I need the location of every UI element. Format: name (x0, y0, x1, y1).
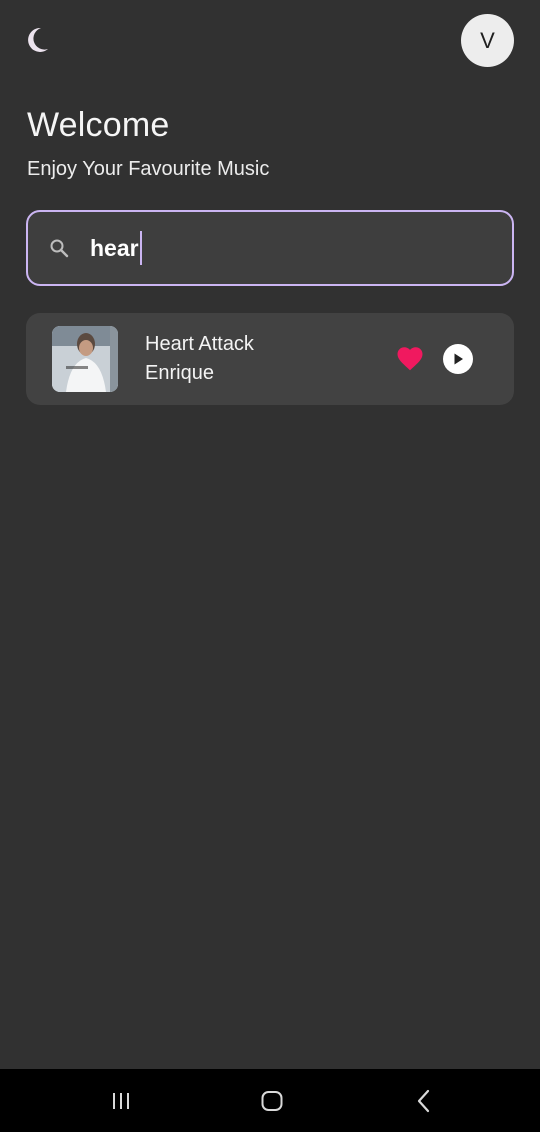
album-art-image (52, 326, 118, 392)
search-icon (48, 237, 70, 259)
home-button[interactable] (257, 1087, 287, 1115)
back-button[interactable] (409, 1087, 439, 1115)
system-navigation-bar (0, 1069, 540, 1132)
recents-icon (113, 1093, 129, 1109)
text-cursor (139, 231, 142, 265)
favorite-button[interactable] (395, 344, 425, 374)
recents-button[interactable] (106, 1087, 136, 1115)
back-icon (417, 1089, 430, 1113)
search-field[interactable]: hear (26, 210, 514, 286)
play-button[interactable] (443, 344, 473, 374)
home-icon (261, 1091, 283, 1111)
avatar[interactable]: V (461, 14, 514, 67)
search-input-value: hear (90, 234, 139, 261)
play-icon (454, 353, 463, 365)
page-title: Welcome (27, 106, 170, 144)
app-screen: V Welcome Enjoy Your Favourite Music hea… (0, 0, 540, 1132)
avatar-initial: V (480, 27, 495, 53)
page-subtitle: Enjoy Your Favourite Music (27, 158, 270, 180)
moon-icon (28, 27, 48, 52)
search-input[interactable]: hear (90, 231, 142, 265)
theme-toggle-button[interactable] (22, 24, 54, 56)
song-list-item[interactable]: Heart Attack Enrique (26, 313, 514, 405)
song-artist: Enrique (145, 362, 214, 384)
heart-icon (397, 347, 423, 371)
song-title: Heart Attack (145, 333, 254, 355)
